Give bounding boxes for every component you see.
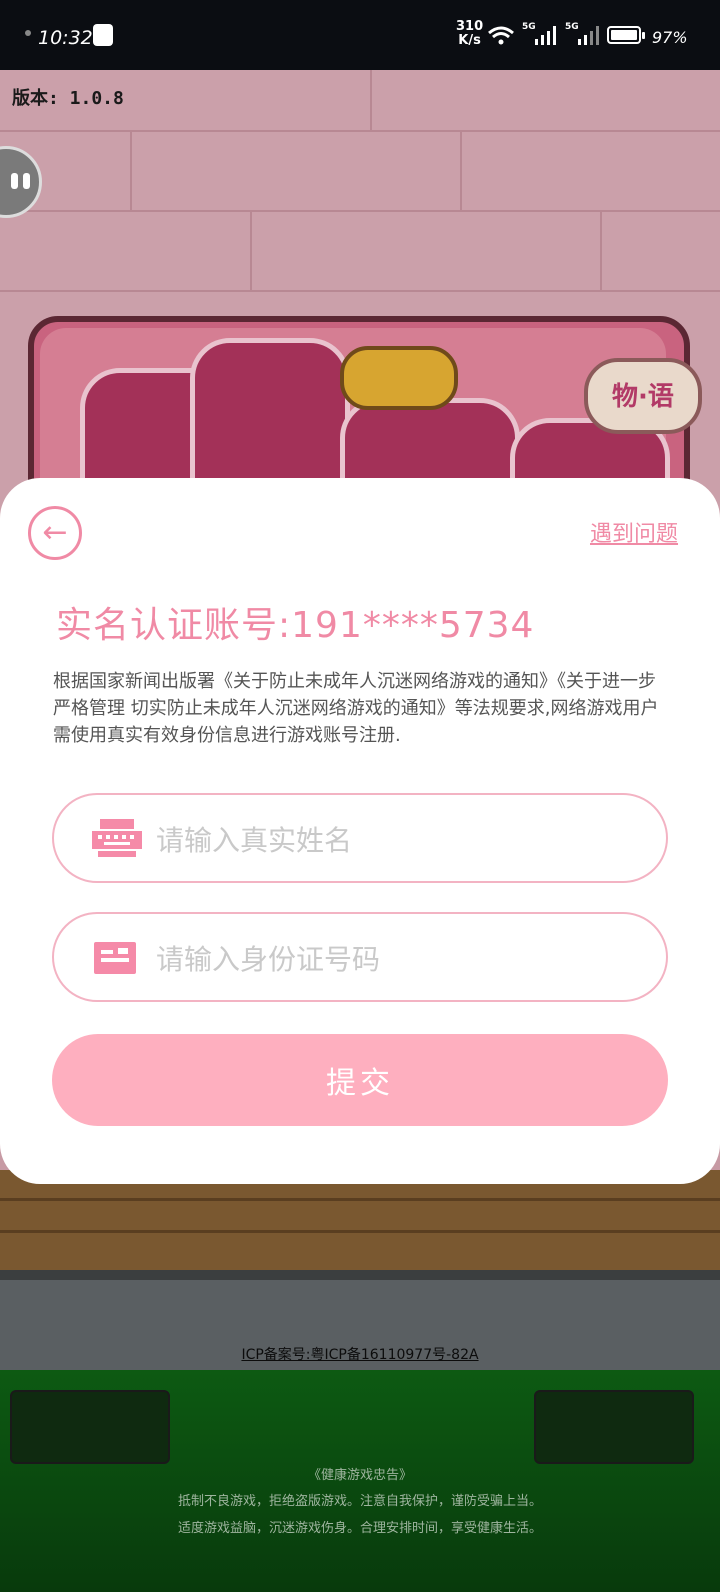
health-notice-panel: 《健康游戏忠告》 抵制不良游戏，拒绝盗版游戏。注意自我保护，谨防受骗上当。 适度… xyxy=(0,1370,720,1592)
network-speed: 310 K/s xyxy=(456,20,483,48)
back-button[interactable]: ← xyxy=(28,506,82,560)
brick-line xyxy=(0,290,720,292)
id-number-field[interactable] xyxy=(52,912,668,1002)
brick-joint xyxy=(460,130,462,210)
icp-license-link[interactable]: ICP备案号:粤ICP备16110977号-82A xyxy=(0,1344,720,1364)
logo-tag: 物·语 xyxy=(584,358,702,434)
wifi-icon xyxy=(488,26,514,45)
arrow-left-icon: ← xyxy=(42,515,68,550)
dialog-title: 实名认证账号:191****5734 xyxy=(56,605,535,646)
battery-icon xyxy=(607,26,645,44)
shopping-bag-icon xyxy=(93,24,113,46)
brick-line xyxy=(0,130,720,132)
network-speed-unit: K/s xyxy=(458,33,481,48)
brick-joint xyxy=(600,210,602,290)
cell-signal-icon xyxy=(535,26,556,45)
right-panel-button[interactable] xyxy=(534,1390,694,1464)
status-time: 10:32 xyxy=(38,27,93,49)
health-notice-line1: 抵制不良游戏，拒绝盗版游戏。注意自我保护，谨防受骗上当。 xyxy=(177,1494,542,1509)
brick-joint xyxy=(370,70,372,130)
brick-line xyxy=(0,210,720,212)
divider xyxy=(0,1270,720,1280)
id-number-input[interactable] xyxy=(154,932,638,986)
id-card-icon xyxy=(92,819,142,857)
battery-percent: 97% xyxy=(652,28,688,47)
health-notice-title: 《健康游戏忠告》 xyxy=(307,1468,412,1483)
document-icon xyxy=(94,942,136,974)
version-label: 版本: 1.0.8 xyxy=(12,88,124,109)
real-name-auth-dialog: ← 遇到问题 实名认证账号:191****5734 根据国家新闻出版署《关于防止… xyxy=(0,478,720,1184)
wooden-floor xyxy=(0,1170,720,1270)
logo-tag-text: 物·语 xyxy=(612,382,674,412)
brick-joint xyxy=(130,130,132,210)
battery-fill xyxy=(611,30,637,40)
submit-button[interactable]: 提交 xyxy=(52,1034,668,1126)
status-bar: 10:32 310 K/s 5G 5G 97% xyxy=(0,0,720,70)
cell-signal-icon-2 xyxy=(578,26,599,45)
eye-icon xyxy=(23,173,30,189)
network-speed-value: 310 xyxy=(456,19,484,34)
left-panel-button[interactable] xyxy=(10,1390,170,1464)
health-notice-line2: 适度游戏益脑，沉迷游戏伤身。合理安排时间，享受健康生活。 xyxy=(177,1521,542,1536)
notification-dot xyxy=(25,30,31,36)
eye-icon xyxy=(11,173,18,189)
floor-line xyxy=(0,1198,720,1201)
dialog-description: 根据国家新闻出版署《关于防止未成年人沉迷网络游戏的通知》《关于进一步严格管理 切… xyxy=(53,671,659,746)
real-name-input[interactable] xyxy=(154,813,638,867)
battery-tip xyxy=(642,32,645,39)
brick-joint xyxy=(250,210,252,290)
real-name-field[interactable] xyxy=(52,793,668,883)
bow-decoration xyxy=(340,346,458,410)
help-link[interactable]: 遇到问题 xyxy=(590,516,678,548)
floor-line xyxy=(0,1230,720,1233)
